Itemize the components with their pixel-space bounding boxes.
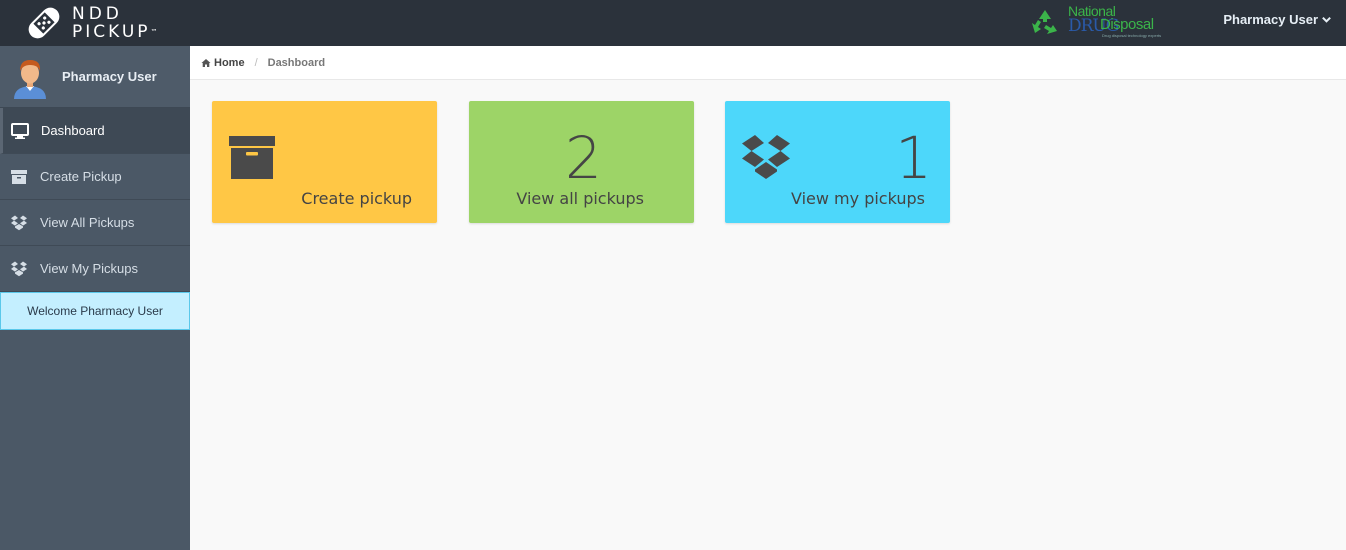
trademark-mark: ™ [150, 28, 158, 36]
welcome-banner: Welcome Pharmacy User [0, 292, 190, 330]
user-dropdown[interactable]: Pharmacy User [1223, 0, 1332, 38]
breadcrumb-home-link[interactable]: Home [214, 57, 245, 69]
recycle-icon [1032, 10, 1057, 34]
user-dropdown-label: Pharmacy User [1223, 11, 1318, 27]
archive-icon [229, 136, 275, 179]
breadcrumb-separator: / [254, 56, 258, 69]
brand-logo[interactable]: NDD PICKUP™ [22, 0, 158, 46]
profile-name: Pharmacy User [62, 69, 157, 84]
sidebar-item-create-pickup[interactable]: Create Pickup [0, 154, 190, 200]
tile-label: View all pickups [516, 189, 644, 208]
tile-create-pickup[interactable]: Create pickup [212, 101, 437, 223]
sidebar-item-label: Dashboard [41, 123, 105, 138]
tile-count: 2 [565, 124, 602, 192]
brand-name-line2: PICKUP [72, 22, 151, 42]
dropbox-icon [11, 261, 27, 276]
national-drug-disposal-logo: National DRUG Disposal Drug disposal tec… [1030, 2, 1184, 42]
sidebar-item-label: View My Pickups [40, 261, 139, 276]
sidebar-profile: Pharmacy User [0, 46, 190, 108]
sidebar-item-dashboard[interactable]: Dashboard [0, 108, 190, 154]
avatar [14, 59, 46, 99]
logo-disposal-text: Disposal [1100, 16, 1154, 33]
sidebar-item-label: Create Pickup [40, 169, 122, 184]
sidebar-item-view-my-pickups[interactable]: View My Pickups [0, 246, 190, 292]
tile-count: 1 [895, 124, 932, 192]
sidebar: Pharmacy User Dashboard Create Pickup Vi… [0, 46, 190, 550]
archive-icon [11, 169, 27, 184]
logo-tagline: Drug disposal technology experts [1102, 33, 1162, 38]
tile-label: View my pickups [791, 189, 925, 208]
tile-view-all-pickups[interactable]: 2 View all pickups [469, 101, 694, 223]
dropbox-icon [742, 135, 790, 179]
top-navbar: NDD PICKUP™ National DRUG Disposal Drug … [0, 0, 1346, 46]
sidebar-item-view-all-pickups[interactable]: View All Pickups [0, 200, 190, 246]
monitor-icon [11, 122, 29, 139]
breadcrumb: Home / Dashboard [190, 46, 1346, 80]
bandage-logo-icon [28, 7, 60, 39]
chevron-down-icon [1322, 16, 1331, 23]
sidebar-item-label: View All Pickups [40, 215, 135, 230]
home-icon [201, 58, 211, 67]
tile-view-my-pickups[interactable]: 1 View my pickups [725, 101, 950, 223]
brand-name-line1: NDD [72, 4, 123, 24]
tile-label: Create pickup [301, 189, 412, 208]
breadcrumb-current: Dashboard [267, 56, 326, 69]
dropbox-icon [11, 215, 27, 230]
